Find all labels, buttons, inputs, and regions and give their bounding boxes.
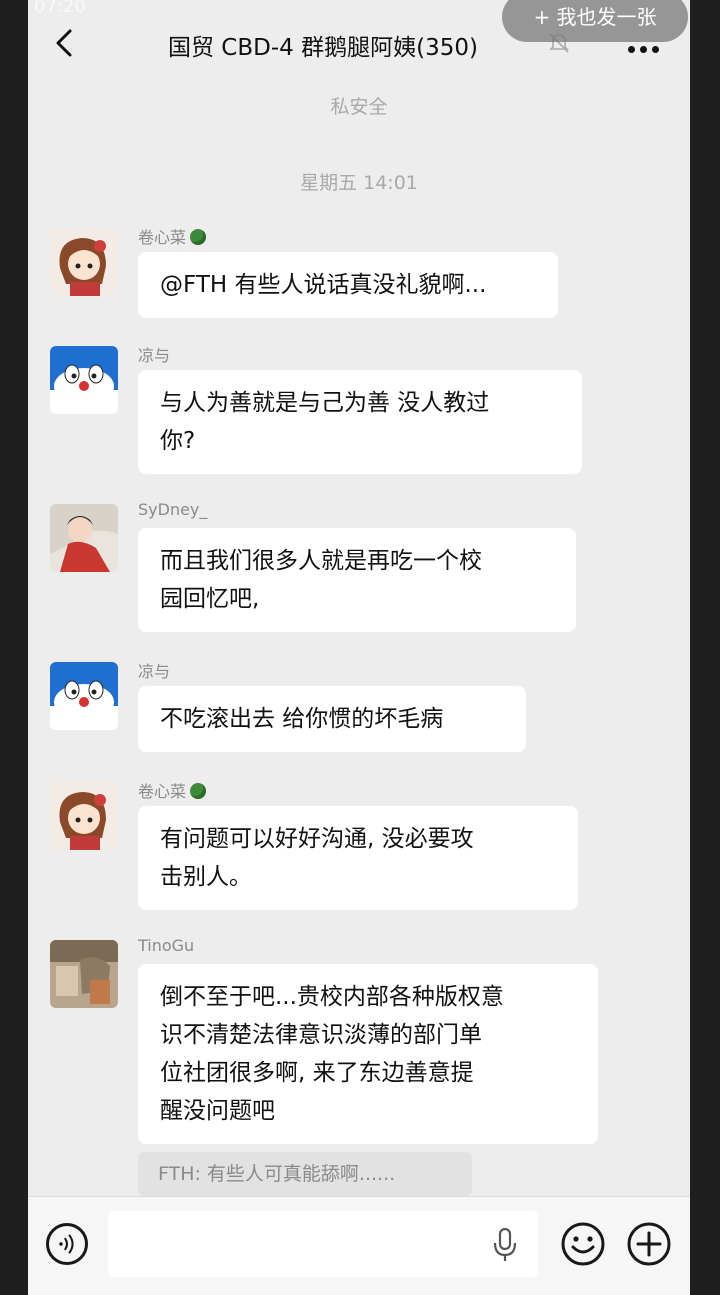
message-text: @FTH 有些人说话真没礼貌啊... bbox=[160, 272, 487, 298]
quoted-message[interactable]: FTH: 有些人可真能舔啊...... bbox=[138, 1152, 472, 1196]
sender-name: 凉与 bbox=[138, 346, 171, 365]
message-text-line: 你? bbox=[160, 428, 196, 454]
message-text: 不吃滚出去 给你惯的坏毛病 bbox=[160, 706, 444, 732]
chat-header: 07:20 国贸 CBD-4 群鹅腿阿姨(350) + 我也发一张 bbox=[28, 0, 690, 88]
voice-icon[interactable] bbox=[46, 1223, 88, 1265]
chat-screen: 07:20 国贸 CBD-4 群鹅腿阿姨(350) + 我也发一张 私安全 星期… bbox=[28, 0, 690, 1295]
status-time: 07:20 bbox=[34, 0, 86, 17]
message-text-line: 而且我们很多人就是再吃一个校 bbox=[160, 548, 482, 574]
message-text-line: 击别人。 bbox=[160, 864, 252, 890]
message-bubble[interactable]: @FTH 有些人说话真没礼貌啊... bbox=[138, 252, 558, 318]
message-input[interactable] bbox=[108, 1211, 538, 1277]
avatar[interactable] bbox=[50, 346, 118, 414]
message-text-line: 园回忆吧, bbox=[160, 586, 260, 612]
avatar[interactable] bbox=[50, 940, 118, 1008]
message-bubble[interactable]: 而且我们很多人就是再吃一个校 园回忆吧, bbox=[138, 528, 576, 632]
message-bubble[interactable]: 倒不至于吧...贵校内部各种版权意 识不清楚法律意识淡薄的部门单 位社团很多啊,… bbox=[138, 964, 598, 1144]
message-text-line: 有问题可以好好沟通, 没必要攻 bbox=[160, 826, 474, 852]
message-text-line: 位社团很多啊, 来了东边善意提 bbox=[160, 1060, 474, 1086]
sender-name: TinoGu bbox=[138, 936, 195, 955]
message-text-line: 与人为善就是与己为善 没人教过 bbox=[160, 390, 490, 416]
message-bubble[interactable]: 与人为善就是与己为善 没人教过 你? bbox=[138, 370, 582, 474]
tree-emoji-icon bbox=[190, 783, 207, 799]
sender-name: 卷心菜 bbox=[138, 224, 207, 248]
sender-name: 卷心菜 bbox=[138, 778, 207, 802]
message-text-line: 识不清楚法律意识淡薄的部门单 bbox=[160, 1022, 482, 1048]
emoji-icon[interactable] bbox=[560, 1221, 606, 1267]
avatar[interactable] bbox=[50, 662, 118, 730]
message-text-line: 倒不至于吧...贵校内部各种版权意 bbox=[160, 984, 504, 1010]
message-bubble[interactable]: 不吃滚出去 给你惯的坏毛病 bbox=[138, 686, 526, 752]
message-text-line: 醒没问题吧 bbox=[160, 1098, 275, 1124]
avatar[interactable] bbox=[50, 782, 118, 850]
tree-emoji-icon bbox=[190, 229, 207, 245]
avatar[interactable] bbox=[50, 504, 118, 572]
group-notice: 私安全 bbox=[330, 96, 388, 118]
plus-icon[interactable] bbox=[626, 1221, 672, 1267]
mic-icon[interactable] bbox=[492, 1227, 518, 1263]
message-timestamp: 星期五 14:01 bbox=[300, 172, 418, 194]
sender-name: SyDney_ bbox=[138, 500, 208, 519]
avatar[interactable] bbox=[50, 228, 118, 296]
post-too-button[interactable]: + 我也发一张 bbox=[502, 0, 688, 42]
chat-title: 国贸 CBD-4 群鹅腿阿姨(350) bbox=[168, 35, 478, 61]
sender-name: 凉与 bbox=[138, 662, 171, 681]
chevron-left-icon[interactable] bbox=[50, 28, 80, 58]
input-bar bbox=[28, 1196, 690, 1295]
message-bubble[interactable]: 有问题可以好好沟通, 没必要攻 击别人。 bbox=[138, 806, 578, 910]
